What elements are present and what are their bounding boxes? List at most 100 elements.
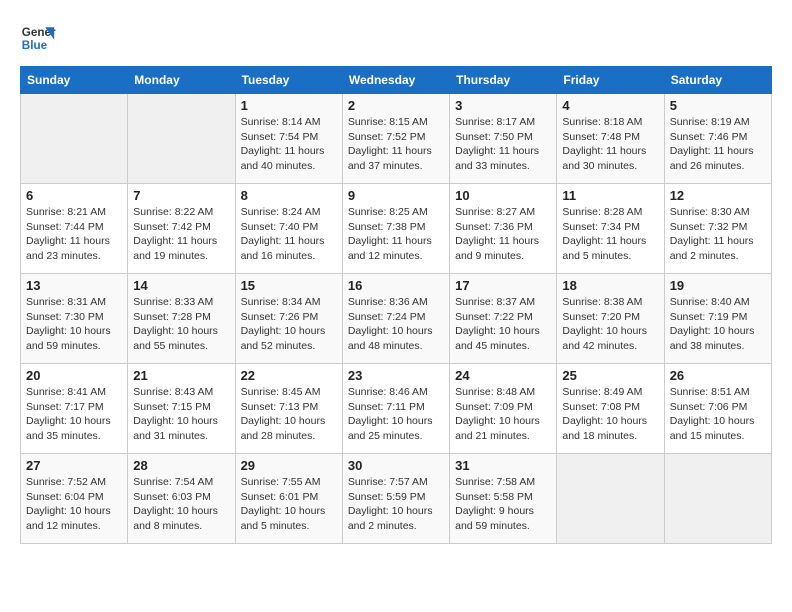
day-header-friday: Friday [557,67,664,94]
calendar-cell [557,454,664,544]
calendar-cell: 9 Sunrise: 8:25 AM Sunset: 7:38 PM Dayli… [342,184,449,274]
day-header-thursday: Thursday [450,67,557,94]
calendar-cell: 1 Sunrise: 8:14 AM Sunset: 7:54 PM Dayli… [235,94,342,184]
day-info: Sunrise: 8:49 AM Sunset: 7:08 PM Dayligh… [562,385,658,444]
calendar-cell: 18 Sunrise: 8:38 AM Sunset: 7:20 PM Dayl… [557,274,664,364]
day-number: 5 [670,98,766,113]
day-number: 1 [241,98,337,113]
day-number: 13 [26,278,122,293]
day-header-tuesday: Tuesday [235,67,342,94]
day-number: 10 [455,188,551,203]
day-number: 29 [241,458,337,473]
calendar-cell: 22 Sunrise: 8:45 AM Sunset: 7:13 PM Dayl… [235,364,342,454]
day-info: Sunrise: 8:46 AM Sunset: 7:11 PM Dayligh… [348,385,444,444]
calendar-cell: 11 Sunrise: 8:28 AM Sunset: 7:34 PM Dayl… [557,184,664,274]
day-info: Sunrise: 8:33 AM Sunset: 7:28 PM Dayligh… [133,295,229,354]
calendar-cell: 5 Sunrise: 8:19 AM Sunset: 7:46 PM Dayli… [664,94,771,184]
day-info: Sunrise: 8:37 AM Sunset: 7:22 PM Dayligh… [455,295,551,354]
calendar-cell [21,94,128,184]
day-number: 22 [241,368,337,383]
day-number: 19 [670,278,766,293]
day-info: Sunrise: 8:36 AM Sunset: 7:24 PM Dayligh… [348,295,444,354]
day-number: 9 [348,188,444,203]
calendar-cell: 28 Sunrise: 7:54 AM Sunset: 6:03 PM Dayl… [128,454,235,544]
day-number: 27 [26,458,122,473]
day-number: 20 [26,368,122,383]
calendar-cell: 19 Sunrise: 8:40 AM Sunset: 7:19 PM Dayl… [664,274,771,364]
day-info: Sunrise: 8:24 AM Sunset: 7:40 PM Dayligh… [241,205,337,264]
calendar-cell: 4 Sunrise: 8:18 AM Sunset: 7:48 PM Dayli… [557,94,664,184]
day-number: 25 [562,368,658,383]
day-number: 26 [670,368,766,383]
day-info: Sunrise: 8:38 AM Sunset: 7:20 PM Dayligh… [562,295,658,354]
header-row: SundayMondayTuesdayWednesdayThursdayFrid… [21,67,772,94]
day-info: Sunrise: 8:25 AM Sunset: 7:38 PM Dayligh… [348,205,444,264]
day-info: Sunrise: 8:21 AM Sunset: 7:44 PM Dayligh… [26,205,122,264]
calendar-cell: 12 Sunrise: 8:30 AM Sunset: 7:32 PM Dayl… [664,184,771,274]
calendar-cell [128,94,235,184]
day-header-saturday: Saturday [664,67,771,94]
calendar-cell: 30 Sunrise: 7:57 AM Sunset: 5:59 PM Dayl… [342,454,449,544]
calendar-cell: 10 Sunrise: 8:27 AM Sunset: 7:36 PM Dayl… [450,184,557,274]
day-info: Sunrise: 8:41 AM Sunset: 7:17 PM Dayligh… [26,385,122,444]
calendar-cell: 20 Sunrise: 8:41 AM Sunset: 7:17 PM Dayl… [21,364,128,454]
calendar-cell: 6 Sunrise: 8:21 AM Sunset: 7:44 PM Dayli… [21,184,128,274]
calendar-cell: 8 Sunrise: 8:24 AM Sunset: 7:40 PM Dayli… [235,184,342,274]
calendar-cell [664,454,771,544]
calendar-cell: 16 Sunrise: 8:36 AM Sunset: 7:24 PM Dayl… [342,274,449,364]
calendar-cell: 3 Sunrise: 8:17 AM Sunset: 7:50 PM Dayli… [450,94,557,184]
calendar-table: SundayMondayTuesdayWednesdayThursdayFrid… [20,66,772,544]
calendar-cell: 25 Sunrise: 8:49 AM Sunset: 7:08 PM Dayl… [557,364,664,454]
week-row-3: 13 Sunrise: 8:31 AM Sunset: 7:30 PM Dayl… [21,274,772,364]
day-number: 21 [133,368,229,383]
day-info: Sunrise: 8:51 AM Sunset: 7:06 PM Dayligh… [670,385,766,444]
day-number: 4 [562,98,658,113]
day-number: 2 [348,98,444,113]
day-number: 30 [348,458,444,473]
day-info: Sunrise: 8:18 AM Sunset: 7:48 PM Dayligh… [562,115,658,174]
day-info: Sunrise: 8:28 AM Sunset: 7:34 PM Dayligh… [562,205,658,264]
day-info: Sunrise: 7:57 AM Sunset: 5:59 PM Dayligh… [348,475,444,534]
day-number: 14 [133,278,229,293]
day-number: 15 [241,278,337,293]
day-header-wednesday: Wednesday [342,67,449,94]
day-info: Sunrise: 8:31 AM Sunset: 7:30 PM Dayligh… [26,295,122,354]
day-number: 18 [562,278,658,293]
day-info: Sunrise: 7:55 AM Sunset: 6:01 PM Dayligh… [241,475,337,534]
day-number: 6 [26,188,122,203]
day-info: Sunrise: 8:19 AM Sunset: 7:46 PM Dayligh… [670,115,766,174]
week-row-1: 1 Sunrise: 8:14 AM Sunset: 7:54 PM Dayli… [21,94,772,184]
calendar-cell: 24 Sunrise: 8:48 AM Sunset: 7:09 PM Dayl… [450,364,557,454]
day-number: 8 [241,188,337,203]
day-header-sunday: Sunday [21,67,128,94]
day-info: Sunrise: 8:14 AM Sunset: 7:54 PM Dayligh… [241,115,337,174]
day-info: Sunrise: 8:30 AM Sunset: 7:32 PM Dayligh… [670,205,766,264]
calendar-cell: 7 Sunrise: 8:22 AM Sunset: 7:42 PM Dayli… [128,184,235,274]
logo-icon: General Blue [20,20,56,56]
day-info: Sunrise: 7:54 AM Sunset: 6:03 PM Dayligh… [133,475,229,534]
day-header-monday: Monday [128,67,235,94]
day-info: Sunrise: 7:52 AM Sunset: 6:04 PM Dayligh… [26,475,122,534]
day-number: 3 [455,98,551,113]
day-number: 16 [348,278,444,293]
day-info: Sunrise: 7:58 AM Sunset: 5:58 PM Dayligh… [455,475,551,534]
day-number: 31 [455,458,551,473]
calendar-cell: 15 Sunrise: 8:34 AM Sunset: 7:26 PM Dayl… [235,274,342,364]
calendar-cell: 31 Sunrise: 7:58 AM Sunset: 5:58 PM Dayl… [450,454,557,544]
day-info: Sunrise: 8:22 AM Sunset: 7:42 PM Dayligh… [133,205,229,264]
day-info: Sunrise: 8:34 AM Sunset: 7:26 PM Dayligh… [241,295,337,354]
calendar-cell: 23 Sunrise: 8:46 AM Sunset: 7:11 PM Dayl… [342,364,449,454]
week-row-5: 27 Sunrise: 7:52 AM Sunset: 6:04 PM Dayl… [21,454,772,544]
day-info: Sunrise: 8:48 AM Sunset: 7:09 PM Dayligh… [455,385,551,444]
day-info: Sunrise: 8:27 AM Sunset: 7:36 PM Dayligh… [455,205,551,264]
calendar-cell: 26 Sunrise: 8:51 AM Sunset: 7:06 PM Dayl… [664,364,771,454]
week-row-2: 6 Sunrise: 8:21 AM Sunset: 7:44 PM Dayli… [21,184,772,274]
day-number: 7 [133,188,229,203]
calendar-cell: 29 Sunrise: 7:55 AM Sunset: 6:01 PM Dayl… [235,454,342,544]
calendar-cell: 2 Sunrise: 8:15 AM Sunset: 7:52 PM Dayli… [342,94,449,184]
day-number: 12 [670,188,766,203]
day-info: Sunrise: 8:40 AM Sunset: 7:19 PM Dayligh… [670,295,766,354]
calendar-cell: 21 Sunrise: 8:43 AM Sunset: 7:15 PM Dayl… [128,364,235,454]
page-header: General Blue [20,20,772,56]
week-row-4: 20 Sunrise: 8:41 AM Sunset: 7:17 PM Dayl… [21,364,772,454]
